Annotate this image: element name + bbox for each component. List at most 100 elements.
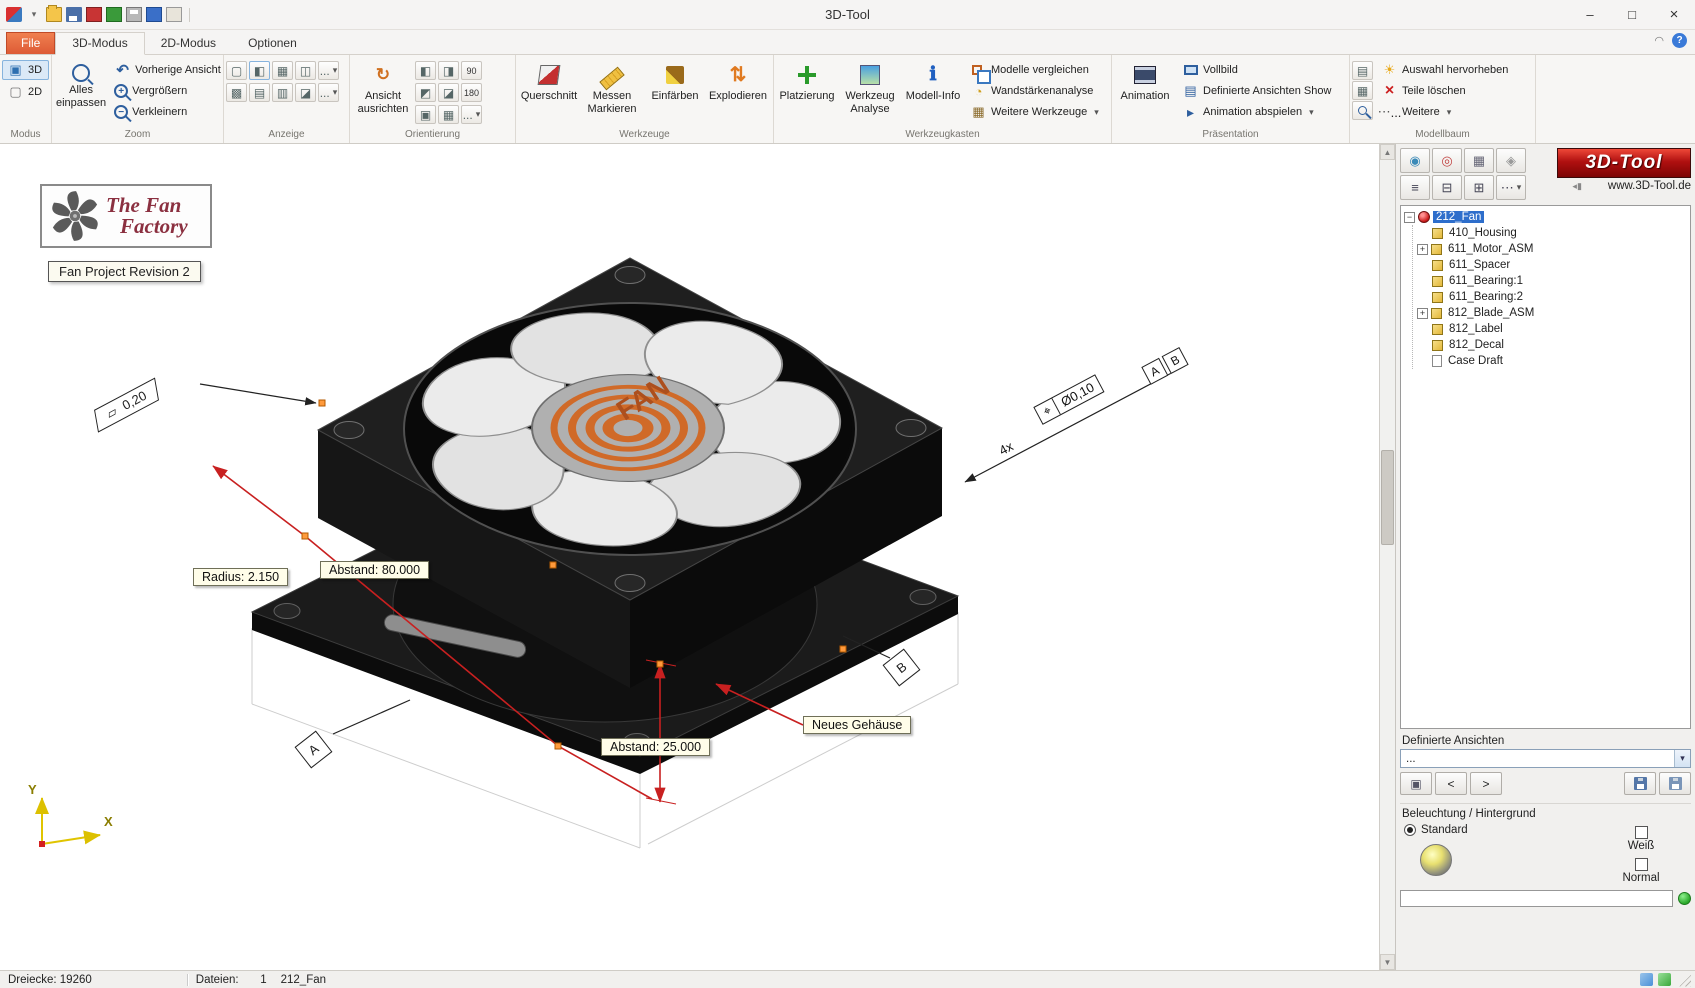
tree-structure-icon[interactable]: ▦	[1352, 81, 1373, 100]
collapse-node-icon[interactable]	[1404, 212, 1415, 223]
cross-section-button[interactable]: Querschnitt	[518, 57, 580, 127]
placement-button[interactable]: Platzierung	[776, 57, 838, 127]
new-housing-note[interactable]: Neues Gehäuse	[803, 716, 911, 734]
tab-3d-modus[interactable]: 3D-Modus	[55, 32, 144, 55]
tree-row[interactable]: 611_Spacer	[1417, 257, 1690, 273]
mode-3d-button[interactable]: 3D	[2, 60, 49, 80]
maximize-button[interactable]: □	[1611, 0, 1653, 29]
tree-list-icon[interactable]: ▤	[1352, 61, 1373, 80]
previous-view-button[interactable]: Vorherige Ansicht	[109, 60, 226, 80]
scrollbar-track[interactable]	[1380, 160, 1395, 954]
app-menu-caret-icon[interactable]	[26, 7, 42, 22]
export-red-icon[interactable]	[86, 7, 102, 22]
standard-lighting-radio[interactable]: Standard	[1404, 824, 1595, 836]
tree-row[interactable]: 812_Label	[1417, 321, 1690, 337]
zoom-in-button[interactable]: +Vergrößern	[109, 81, 226, 101]
model-info-button[interactable]: Modell-Info	[902, 57, 964, 127]
resize-grip[interactable]	[1677, 973, 1691, 987]
tree-search-icon[interactable]	[1352, 101, 1373, 120]
expand-tree-button[interactable]: ⊞	[1464, 175, 1494, 200]
align-view-button[interactable]: Ansicht ausrichten	[352, 57, 414, 127]
print-icon[interactable]	[126, 7, 142, 22]
animation-button[interactable]: Animation	[1114, 57, 1176, 127]
compare-models-button[interactable]: Modelle vergleichen	[965, 60, 1104, 80]
tab-file[interactable]: File	[6, 32, 55, 54]
collapse-ribbon-icon[interactable]	[1654, 34, 1664, 47]
tree-row[interactable]: 410_Housing	[1417, 225, 1690, 241]
tree-row[interactable]: 611_Motor_ASM	[1417, 241, 1690, 257]
wall-thickness-button[interactable]: Wandstärkenanalyse	[965, 81, 1104, 101]
show-parts-button[interactable]: ◉	[1400, 148, 1430, 173]
list-view-button[interactable]: ≡	[1400, 175, 1430, 200]
expand-node-icon[interactable]	[1417, 244, 1428, 255]
view-top-icon[interactable]: ▣	[415, 105, 436, 124]
view-iso-icon[interactable]: ▦	[438, 105, 459, 124]
display-edges-icon[interactable]: ▤	[249, 83, 270, 102]
view-back-icon[interactable]: ◨	[438, 61, 459, 80]
isolate-part-button[interactable]: ◈	[1496, 148, 1526, 173]
close-button[interactable]: ×	[1653, 0, 1695, 29]
display-more-2-button[interactable]: ...	[318, 83, 339, 102]
display-mode-wireframe-icon[interactable]: ▢	[226, 61, 247, 80]
modeltree-more-button[interactable]: ...Weitere	[1376, 102, 1513, 122]
tree-row-root[interactable]: 212_Fan	[1404, 209, 1690, 225]
display-mode-hidden-line-icon[interactable]: ▦	[272, 61, 293, 80]
defined-views-show-button[interactable]: Definierte Ansichten Show	[1177, 81, 1336, 101]
website-link[interactable]: www.3D-Tool.de	[1608, 180, 1691, 192]
radius-note[interactable]: Radius: 2.150	[193, 568, 288, 586]
save-icon[interactable]	[66, 7, 82, 22]
view-left-icon[interactable]: ◩	[415, 83, 436, 102]
tree-row[interactable]: 812_Decal	[1417, 337, 1690, 353]
rotate-90-button[interactable]: 90	[461, 61, 482, 80]
export-green-icon[interactable]	[106, 7, 122, 22]
export-view-button[interactable]	[1659, 772, 1691, 795]
collapse-tree-button[interactable]: ⊟	[1432, 175, 1462, 200]
copy-icon[interactable]	[166, 7, 182, 22]
help-icon[interactable]	[1672, 33, 1687, 48]
defined-views-select[interactable]: ...	[1400, 749, 1691, 768]
tab-2d-modus[interactable]: 2D-Modus	[145, 33, 232, 54]
explode-button[interactable]: Explodieren	[707, 57, 769, 127]
tab-optionen[interactable]: Optionen	[232, 33, 313, 54]
open-file-icon[interactable]	[46, 7, 62, 22]
minimize-button[interactable]: –	[1569, 0, 1611, 29]
tool-analysis-button[interactable]: Werkzeug Analyse	[839, 57, 901, 127]
next-defined-view-button[interactable]: >	[1470, 772, 1502, 795]
highlight-selection-button[interactable]: Auswahl hervorheben	[1376, 60, 1513, 80]
rotate-180-button[interactable]: 180	[461, 83, 482, 102]
tree-row[interactable]: 611_Bearing:2	[1417, 289, 1690, 305]
lighting-sphere-preview[interactable]	[1420, 844, 1452, 876]
normal-background-checkbox[interactable]: Normal	[1622, 858, 1659, 884]
tree-more-button[interactable]: ⋯	[1496, 175, 1526, 200]
dropdown-arrow-icon[interactable]	[1674, 750, 1690, 767]
delete-parts-button[interactable]: Teile löschen	[1376, 81, 1513, 101]
tree-row[interactable]: 812_Blade_ASM	[1417, 305, 1690, 321]
view-right-icon[interactable]: ◪	[438, 83, 459, 102]
measure-button[interactable]: Messen Markieren	[581, 57, 643, 127]
tree-row[interactable]: 611_Bearing:1	[1417, 273, 1690, 289]
display-perspective-icon[interactable]: ◪	[295, 83, 316, 102]
panel-splitter-icon[interactable]	[1572, 180, 1581, 192]
previous-defined-view-button[interactable]: <	[1435, 772, 1467, 795]
display-more-button[interactable]: ...	[318, 61, 339, 80]
3d-canvas[interactable]: FAN	[0, 144, 1379, 970]
distance-80-note[interactable]: Abstand: 80.000	[320, 561, 429, 579]
scroll-down-icon[interactable]: ▼	[1380, 954, 1395, 970]
revision-label[interactable]: Fan Project Revision 2	[48, 261, 201, 282]
fit-all-button[interactable]: Alles einpassen	[54, 57, 108, 127]
view-front-icon[interactable]: ◧	[415, 61, 436, 80]
colorize-button[interactable]: Einfärben	[644, 57, 706, 127]
display-mode-shaded-icon[interactable]: ◧	[249, 61, 270, 80]
white-background-checkbox[interactable]: Weiß	[1628, 826, 1655, 852]
display-shadow-icon[interactable]: ▥	[272, 83, 293, 102]
export-blue-icon[interactable]	[146, 7, 162, 22]
display-mode-transparent-icon[interactable]: ◫	[295, 61, 316, 80]
hide-parts-button[interactable]: ◎	[1432, 148, 1462, 173]
mode-2d-button[interactable]: 2D	[2, 82, 49, 102]
status-green-dot[interactable]	[1678, 892, 1691, 905]
scrollbar-thumb[interactable]	[1381, 450, 1394, 545]
save-view-button[interactable]	[1624, 772, 1656, 795]
add-view-button[interactable]: ▣	[1400, 772, 1432, 795]
expand-node-icon[interactable]	[1417, 308, 1428, 319]
distance-25-note[interactable]: Abstand: 25.000	[601, 738, 710, 756]
